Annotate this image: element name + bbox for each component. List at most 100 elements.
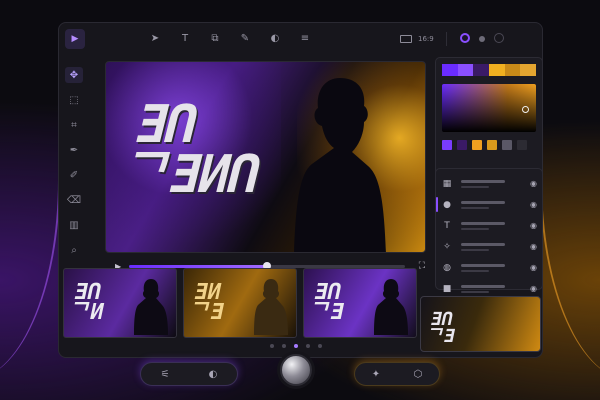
visibility-eye-icon[interactable]: ◉ [530, 263, 537, 272]
color-picker-handle[interactable] [522, 106, 529, 113]
layer-name-placeholder [461, 221, 524, 230]
fullscreen-icon[interactable]: ⛶ [419, 261, 425, 271]
headline-line-2: ᄀƎИՈ [116, 145, 266, 205]
layer-name-placeholder [461, 242, 524, 251]
move-icon[interactable]: ✥ [65, 67, 83, 83]
pen-icon[interactable]: ✒ [65, 142, 83, 158]
layer-row[interactable]: ✧ ◉ [441, 238, 537, 255]
layer-subtitle-bar [461, 185, 490, 188]
zoom-icon[interactable]: ⌕ [65, 242, 83, 258]
adjust-sliders-icon[interactable]: ≡ [297, 30, 313, 46]
canvas-preview[interactable]: ƎՈ ᄀƎИՈ [105, 61, 426, 253]
circle-toggle-icon[interactable] [494, 33, 504, 43]
blend-icon: ◍ [443, 262, 451, 273]
tool-group: ➤ T ⧉ ✎ ◐ ≡ [147, 30, 313, 46]
swatch-strip [442, 64, 537, 76]
hooded-figure-silhouette [294, 78, 386, 252]
marquee-select-icon[interactable]: ⬚ [65, 92, 83, 108]
decor-glow-left [0, 180, 60, 380]
text-tool-icon[interactable]: T [177, 30, 193, 46]
decor-glow-right [540, 180, 600, 380]
thumbnail-item[interactable]: ƎՈ ᄀƎ [303, 268, 417, 338]
preview-headline: ƎՈ ᄀƎИՈ [116, 95, 277, 205]
color-swatch[interactable] [472, 140, 482, 150]
thumbnail-item[interactable]: ƎИ ᄀƎ [183, 268, 297, 338]
thumbnail-figure [254, 279, 288, 335]
thumbnail-strip: ƎՈ ᄀИ ƎИ ᄀƎ ƎՈ ᄀƎ [63, 268, 417, 338]
magic-sparkle-icon[interactable]: ✦ [372, 369, 380, 380]
dragged-thumbnail-text: ƎՈ ᄀƎ [424, 309, 457, 347]
filter-icon[interactable]: ◐ [209, 369, 218, 380]
layer-name-placeholder [461, 179, 524, 188]
dot-toggle-icon[interactable] [479, 36, 485, 42]
color-swatch[interactable] [457, 64, 474, 76]
dock-right-group: ✦ ⬡ [354, 362, 440, 386]
top-toolbar: ▶ ➤ T ⧉ ✎ ◐ ≡ 16:9 [65, 27, 536, 51]
layer-subtitle-bar [461, 290, 490, 293]
color-swatch[interactable] [442, 64, 458, 76]
main-control-dial[interactable] [280, 354, 312, 386]
pager-dot[interactable] [294, 344, 298, 348]
aspect-frame-icon [400, 35, 412, 43]
layer-row[interactable]: ● ◉ [436, 196, 537, 213]
layer-subtitle-bar [461, 206, 490, 209]
thumbnail-figure [374, 279, 408, 335]
gradient-icon[interactable]: ▥ [65, 217, 83, 233]
layer-row[interactable]: ▦ ◉ [441, 175, 537, 192]
visibility-eye-icon[interactable]: ◉ [530, 221, 537, 230]
color-swatch[interactable] [473, 64, 490, 76]
aspect-ratio-selector[interactable]: 16:9 [400, 32, 447, 46]
crop-icon[interactable]: ⌗ [65, 117, 83, 133]
layer-row[interactable]: ◍ ◉ [441, 259, 537, 276]
pager-dot[interactable] [282, 344, 286, 348]
view-mode-toggles [460, 33, 504, 43]
pager-dot[interactable] [270, 344, 274, 348]
color-swatch[interactable] [502, 140, 512, 150]
bottom-dock: ⚟ ◐ ✦ ⬡ [140, 354, 440, 388]
solid-layer-icon: ■ [442, 283, 452, 294]
color-swatch[interactable] [489, 64, 505, 76]
sliders-icon[interactable]: ⚟ [161, 369, 170, 380]
thumbnail-text: ƎՈ ᄀƎ [307, 280, 347, 325]
swatch-palette [442, 140, 536, 150]
layer-title-bar [461, 263, 506, 267]
layer-title-bar [461, 242, 506, 246]
pager-dot[interactable] [318, 344, 322, 348]
brush-icon[interactable]: ✐ [65, 167, 83, 183]
color-swatch[interactable] [457, 140, 467, 150]
text-layer-icon: T [444, 220, 450, 231]
layer-name-placeholder [461, 200, 524, 209]
layer-row[interactable]: T ◉ [441, 217, 537, 234]
person-icon: ● [443, 199, 451, 210]
layer-title-bar [461, 221, 506, 225]
layers-panel: ▦ ◉ ● ◉ T ◉ ✧ ◉ ◍ ◉ ■ ◉ [435, 168, 543, 294]
thumbnail-text: ƎՈ ᄀИ [67, 280, 107, 325]
color-swatch[interactable] [442, 140, 452, 150]
color-picker-field[interactable] [442, 84, 536, 132]
visibility-eye-icon[interactable]: ◉ [530, 242, 537, 251]
visibility-eye-icon[interactable]: ◉ [530, 284, 537, 293]
dragged-thumbnail[interactable]: ƎՈ ᄀƎ [420, 296, 541, 352]
dock-left-group: ⚟ ◐ [140, 362, 238, 386]
pen-icon[interactable]: ✎ [237, 30, 253, 46]
pointer-icon[interactable]: ➤ [147, 30, 163, 46]
layer-row[interactable]: ■ ◉ [441, 280, 537, 297]
record-toggle-icon[interactable] [460, 33, 470, 43]
color-swatch[interactable] [517, 140, 527, 150]
visibility-eye-icon[interactable]: ◉ [530, 200, 537, 209]
sparkle-icon: ✧ [443, 241, 451, 252]
thumbnail-text: ƎИ ᄀƎ [187, 280, 227, 325]
play-icon[interactable]: ▶ [65, 29, 85, 49]
layers-copy-icon[interactable]: ⧉ [207, 30, 223, 46]
color-swatch[interactable] [487, 140, 497, 150]
color-swatch[interactable] [504, 64, 521, 76]
palette-icon[interactable]: ◐ [267, 30, 283, 46]
color-swatch[interactable] [520, 64, 537, 76]
pager-dot[interactable] [306, 344, 310, 348]
visibility-eye-icon[interactable]: ◉ [530, 179, 537, 188]
layer-title-bar [461, 179, 506, 183]
thumbnail-item[interactable]: ƎՈ ᄀИ [63, 268, 177, 338]
layer-subtitle-bar [461, 248, 490, 251]
eraser-icon[interactable]: ⌫ [65, 192, 83, 208]
cube-icon[interactable]: ⬡ [414, 369, 423, 380]
